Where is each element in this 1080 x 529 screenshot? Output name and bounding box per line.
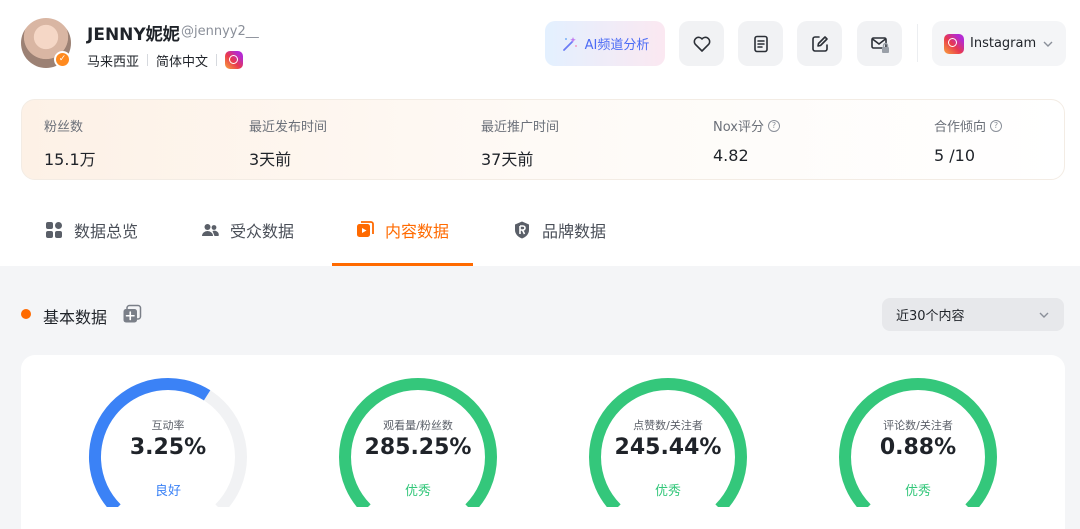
ai-analysis-button[interactable]: AI频道分析: [545, 21, 665, 66]
gauge-views-per-follower: 观看量/粉丝数 285.25% 优秀: [337, 377, 499, 507]
gauge-comments-per-follower: 评论数/关注者 0.88% 优秀: [837, 377, 999, 507]
gauge-value: 285.25%: [364, 435, 472, 460]
tab-brand[interactable]: 品牌数据: [512, 218, 606, 242]
edit-icon: [811, 35, 828, 52]
gauge-value: 0.88%: [879, 435, 957, 460]
chevron-down-icon: [1043, 41, 1053, 47]
gauge-value: 3.25%: [129, 435, 207, 460]
tab-content[interactable]: 内容数据: [355, 218, 449, 242]
stat-label: Nox评分: [713, 120, 764, 135]
brand-icon: [515, 221, 529, 239]
stat-label: 最近发布时间: [249, 120, 328, 135]
divider: [147, 54, 149, 66]
add-icon[interactable]: [122, 304, 142, 324]
verified-badge-icon: ✓: [54, 51, 71, 68]
gauge-label: 观看量/粉丝数: [383, 419, 453, 432]
divider: [917, 24, 918, 62]
gauge-label: 评论数/关注者: [883, 419, 953, 432]
profile-handle: @jennyy2__: [181, 24, 259, 39]
stat-label: 粉丝数: [44, 120, 84, 135]
locked-mail-icon: [870, 36, 889, 53]
grid-icon: [46, 222, 62, 238]
stat-value: 15.1万: [44, 150, 96, 169]
stat-last-promo: 最近推广时间 37天前: [481, 116, 559, 170]
stat-value: 3天前: [249, 150, 292, 169]
stat-last-post: 最近发布时间 3天前: [249, 116, 327, 170]
divider: [216, 54, 218, 66]
tab-label: 数据总览: [74, 222, 139, 241]
tab-label: 品牌数据: [542, 222, 607, 241]
document-icon: [753, 35, 768, 52]
stat-value: 5 /10: [934, 146, 976, 165]
section-title: 基本数据: [43, 308, 108, 327]
gauge-grade: 优秀: [404, 484, 431, 499]
profile-meta: 马来西亚 简体中文: [87, 50, 244, 70]
report-button[interactable]: [738, 21, 783, 66]
help-icon[interactable]: ?: [990, 119, 1003, 132]
platform-label: Instagram: [970, 36, 1037, 51]
magic-wand-icon: [562, 36, 577, 51]
stat-nox-score: Nox评分 ? 4.82: [713, 116, 780, 165]
content-icon: [357, 221, 374, 237]
range-select-value: 近30个内容: [896, 309, 965, 324]
tab-overview[interactable]: 数据总览: [44, 218, 138, 242]
stat-value: 37天前: [481, 150, 534, 169]
contact-button[interactable]: [857, 21, 902, 66]
stat-followers: 粉丝数 15.1万: [44, 116, 96, 170]
tab-label: 受众数据: [230, 222, 295, 241]
help-icon[interactable]: ?: [767, 119, 780, 132]
gauge-engagement: 互动率 3.25% 良好: [87, 377, 249, 507]
range-select[interactable]: 近30个内容: [882, 298, 1064, 331]
platform-select[interactable]: Instagram: [932, 21, 1066, 66]
gauge-grade: 优秀: [904, 484, 931, 499]
profile-header: ✓ JENNY妮妮 @jennyy2__ 马来西亚 简体中文 AI频道分析 In…: [0, 0, 1080, 96]
tab-label: 内容数据: [385, 222, 450, 241]
stat-label: 合作倾向: [934, 120, 987, 135]
stat-value: 4.82: [713, 146, 749, 165]
gauge-label: 互动率: [151, 419, 185, 432]
favorite-button[interactable]: [679, 21, 724, 66]
tab-audience[interactable]: 受众数据: [200, 218, 294, 242]
instagram-icon[interactable]: [225, 51, 244, 69]
instagram-icon: [944, 33, 964, 54]
stat-label: 最近推广时间: [481, 120, 560, 135]
users-icon: [202, 224, 219, 236]
gauge-likes-per-follower: 点赞数/关注者 245.44% 优秀: [587, 377, 749, 507]
stat-cooperation: 合作倾向 ? 5 /10: [934, 116, 1003, 165]
gauge-label: 点赞数/关注者: [633, 419, 703, 432]
gauge-value: 245.44%: [614, 435, 722, 460]
section-marker: [21, 309, 31, 319]
country-label: 马来西亚: [87, 54, 140, 70]
content-panel: 基本数据 近30个内容 互动率 3.25% 良好 观看量/粉丝数 285.25%…: [0, 266, 1080, 529]
gauge-grade: 优秀: [654, 484, 681, 499]
chevron-down-icon: [1039, 312, 1049, 318]
metrics-card: 互动率 3.25% 良好 观看量/粉丝数 285.25% 优秀 点赞数/关注者 …: [21, 355, 1065, 529]
heart-icon: [693, 36, 710, 52]
profile-name: JENNY妮妮: [87, 25, 180, 45]
tab-bar: 数据总览 受众数据 内容数据 品牌数据: [0, 196, 1080, 266]
stats-bar: 粉丝数 15.1万 最近发布时间 3天前 最近推广时间 37天前 Nox评分 ?…: [21, 99, 1065, 180]
gauge-grade: 良好: [154, 484, 181, 499]
language-label: 简体中文: [156, 54, 209, 70]
edit-button[interactable]: [797, 21, 842, 66]
ai-analysis-label: AI频道分析: [584, 38, 650, 53]
